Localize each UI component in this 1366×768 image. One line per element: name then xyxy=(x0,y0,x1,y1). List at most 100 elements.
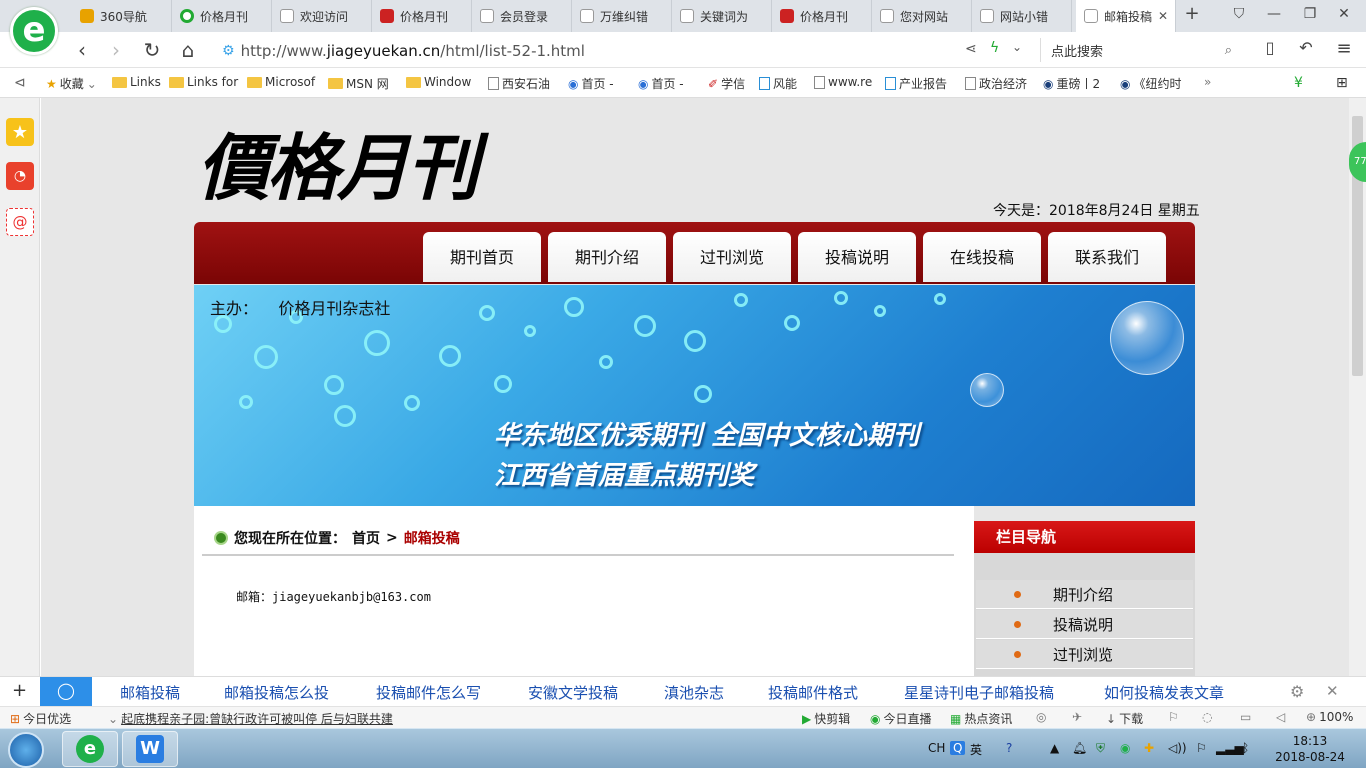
settings-gear-icon[interactable]: ⚙ xyxy=(1290,682,1304,701)
tab-9[interactable]: 您对网站 xyxy=(872,0,972,32)
chevron-down-icon[interactable]: ⌄ xyxy=(1012,40,1022,54)
undo-icon[interactable]: ↶ xyxy=(1294,38,1318,57)
today-picks[interactable]: ⊞ 今日优选 xyxy=(10,710,71,727)
bookmark-item[interactable]: Links xyxy=(112,75,161,89)
related-search-link[interactable]: 星星诗刊电子邮箱投稿 xyxy=(904,682,1054,703)
menu-icon[interactable]: ≡ xyxy=(1332,38,1356,59)
tab-2[interactable]: 价格月刊 xyxy=(172,0,272,32)
reload-button[interactable]: ↻ xyxy=(140,38,164,62)
nav-guidelines[interactable]: 投稿说明 xyxy=(798,232,916,282)
volume-icon[interactable]: ◁)) xyxy=(1168,741,1187,755)
minimize-button[interactable]: — xyxy=(1264,6,1284,22)
related-search-link[interactable]: 邮箱投稿怎么投 xyxy=(224,682,329,703)
breadcrumb-home[interactable]: 首页 xyxy=(352,528,380,548)
bookmark-item[interactable]: Microsof xyxy=(247,75,315,89)
taskbar-wps[interactable]: W xyxy=(122,731,178,767)
related-search-link[interactable]: 投稿邮件怎么写 xyxy=(376,682,481,703)
close-tab-icon[interactable]: ✕ xyxy=(1158,9,1168,23)
nav-intro[interactable]: 期刊介绍 xyxy=(548,232,666,282)
more-bookmarks-icon[interactable]: » xyxy=(1204,75,1211,89)
ime-mode[interactable]: 英 xyxy=(970,741,982,758)
shield-icon[interactable]: ⛨ xyxy=(1096,741,1105,756)
bookmark-item[interactable]: MSN 网 xyxy=(328,75,389,92)
wallet-icon[interactable]: ¥ xyxy=(1294,75,1303,91)
forward-button[interactable]: › xyxy=(104,38,128,62)
add-icon[interactable]: + xyxy=(12,680,27,701)
new-tab-button[interactable]: + xyxy=(1182,3,1202,24)
tab-8[interactable]: 价格月刊 xyxy=(772,0,872,32)
bookmark-item[interactable]: 风能 xyxy=(759,75,797,92)
browser-logo-icon[interactable]: e xyxy=(10,7,58,55)
bluetooth-icon[interactable]: ᛒ xyxy=(1242,741,1249,755)
mobile-icon[interactable]: ▯ xyxy=(1258,38,1282,57)
tab-5[interactable]: 会员登录 xyxy=(472,0,572,32)
flag-tray-icon[interactable]: ⚐ xyxy=(1196,741,1207,755)
close-icon[interactable]: ✕ xyxy=(1326,682,1339,700)
tab-4[interactable]: 价格月刊 xyxy=(372,0,472,32)
zoom-control[interactable]: ⊕ 100% xyxy=(1306,710,1353,724)
tab-1[interactable]: 360导航 xyxy=(72,0,172,32)
bookmark-item[interactable]: Links for xyxy=(169,75,238,89)
column-nav-item[interactable]: 期刊介绍 xyxy=(976,580,1193,609)
bookmark-item[interactable]: ◉ 重磅丨2 xyxy=(1043,75,1100,92)
bookmark-item[interactable]: www.re xyxy=(814,75,872,89)
collapse-sidebar-icon[interactable]: ⊲ xyxy=(14,75,26,91)
tab-active[interactable]: 邮箱投稿 ✕ xyxy=(1076,0,1176,32)
speed-icon[interactable]: ◎ xyxy=(1036,710,1046,724)
mail-at-icon[interactable]: @ xyxy=(6,208,34,236)
home-button[interactable]: ⌂ xyxy=(176,38,200,62)
share-icon[interactable]: ⋖ xyxy=(965,41,977,57)
magazine-logo[interactable]: 價格月刊 xyxy=(197,116,517,220)
360-icon[interactable]: ✚ xyxy=(1144,741,1154,755)
window-icon[interactable]: ▭ xyxy=(1240,710,1251,724)
bookmark-item[interactable]: Window xyxy=(406,75,471,89)
nav-archive[interactable]: 过刊浏览 xyxy=(673,232,791,282)
bookmark-favorites[interactable]: ★ 收藏 ⌄ xyxy=(46,75,97,92)
related-search-link[interactable]: 安徽文学投稿 xyxy=(528,682,618,703)
sound-icon[interactable]: ◁ xyxy=(1276,710,1285,724)
bookmark-item[interactable]: 产业报告 xyxy=(885,75,947,92)
column-nav-item[interactable]: 过刊浏览 xyxy=(976,640,1193,669)
status-item[interactable]: ▦ 热点资讯 xyxy=(950,710,1012,727)
grid-icon[interactable]: ⊞ xyxy=(1336,75,1348,91)
status-item[interactable]: ▶ 快剪辑 xyxy=(802,710,850,727)
search-icon[interactable]: ◯ xyxy=(40,677,92,706)
tab-7[interactable]: 关键词为 xyxy=(672,0,772,32)
bookmark-item[interactable]: ◉ 首页 - xyxy=(568,75,614,92)
restore-button[interactable]: ❐ xyxy=(1300,6,1320,22)
column-nav-item[interactable]: 投稿说明 xyxy=(976,610,1193,639)
search-input[interactable]: 点此搜索 ⌕ xyxy=(1040,38,1240,62)
tab-3[interactable]: 欢迎访问 xyxy=(272,0,372,32)
nav-submit[interactable]: 在线投稿 xyxy=(923,232,1041,282)
back-button[interactable]: ‹ xyxy=(70,38,94,62)
related-search-link[interactable]: 投稿邮件格式 xyxy=(768,682,858,703)
nav-home[interactable]: 期刊首页 xyxy=(423,232,541,282)
notification-icon[interactable]: 🔔︎ xyxy=(1072,741,1087,755)
nav-contact[interactable]: 联系我们 xyxy=(1048,232,1166,282)
related-search-link[interactable]: 邮箱投稿 xyxy=(120,682,180,703)
flag-icon[interactable]: ⚐ xyxy=(1168,710,1179,724)
search-icon[interactable]: ⌕ xyxy=(1225,43,1232,58)
tab-6[interactable]: 万维纠错 xyxy=(572,0,672,32)
bookmark-item[interactable]: ✐ 学信 xyxy=(708,75,745,92)
bookmark-item[interactable]: 政治经济 xyxy=(965,75,1027,92)
shirt-icon[interactable]: ⛉ xyxy=(1229,6,1249,22)
bookmark-item[interactable]: 西安石油 xyxy=(488,75,550,92)
language-indicator[interactable]: CH xyxy=(928,741,945,755)
browser-icon[interactable]: ◌ xyxy=(1202,710,1212,724)
pin-icon[interactable]: ✈ xyxy=(1072,710,1082,724)
close-window-button[interactable]: ✕ xyxy=(1334,6,1354,22)
related-search-link[interactable]: 滇池杂志 xyxy=(664,682,724,703)
status-item[interactable]: ◉ 今日直播 xyxy=(870,710,932,727)
clock[interactable]: 18:13 2018-08-24 xyxy=(1270,733,1350,765)
taskbar-browser[interactable]: e xyxy=(62,731,118,767)
help-icon[interactable]: ? xyxy=(1006,741,1012,755)
bookmark-item[interactable]: ◉ 首页 - xyxy=(638,75,684,92)
bookmark-item[interactable]: ◉ 《纽约时 xyxy=(1120,75,1182,92)
favorites-star-icon[interactable]: ★ xyxy=(6,118,34,146)
lightning-icon[interactable]: ϟ xyxy=(990,40,999,56)
breadcrumb-current[interactable]: 邮箱投稿 xyxy=(404,528,460,548)
page-scrollbar[interactable] xyxy=(1349,98,1366,676)
address-bar[interactable]: ⚙ http://www.jiageyuekan.cn/html/list-52… xyxy=(222,40,952,62)
browser-tray-icon[interactable]: ◉ xyxy=(1120,741,1130,755)
